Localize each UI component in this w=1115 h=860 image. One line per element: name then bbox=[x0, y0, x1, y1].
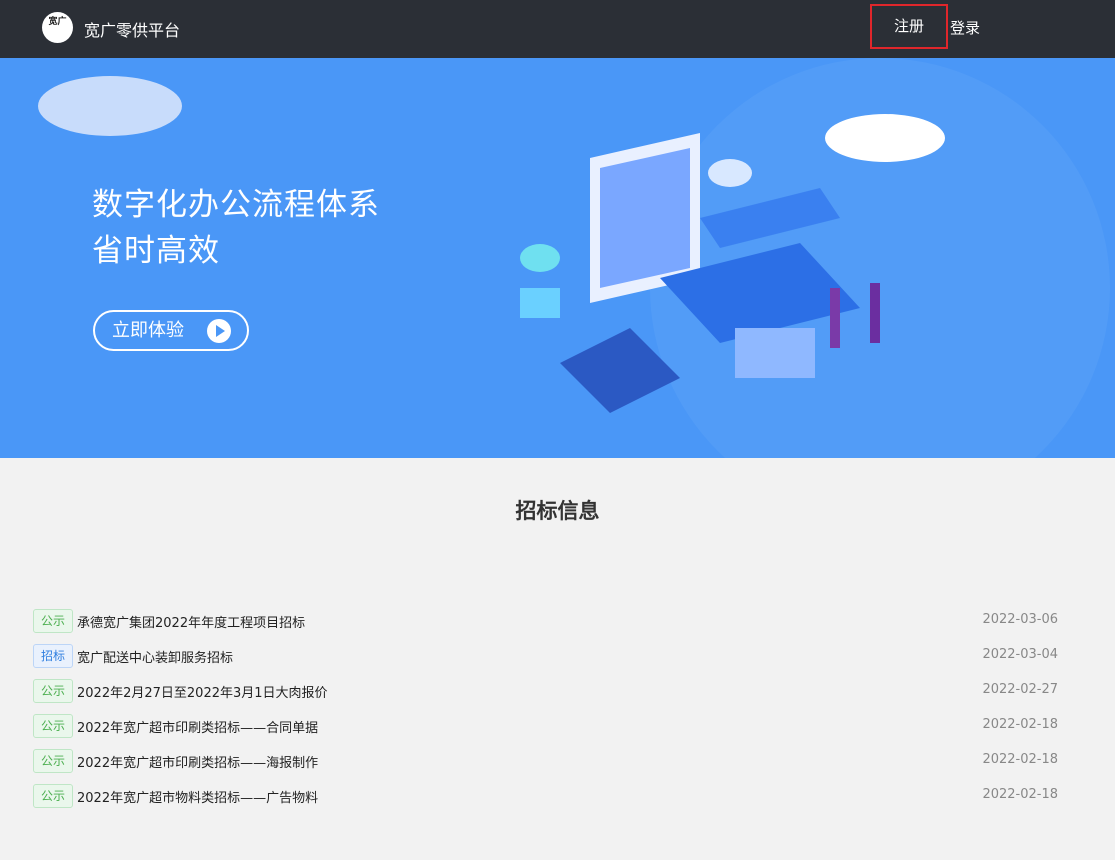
notice-date: 2022-03-06 bbox=[982, 612, 1058, 627]
hero-line-2: 省时高效 bbox=[92, 233, 220, 269]
notice-title[interactable]: 2022年2月27日至2022年3月1日大肉报价 bbox=[77, 682, 328, 701]
brand-name: 宽广零供平台 bbox=[84, 21, 181, 40]
list-item[interactable]: 公示 2022年宽广超市印刷类招标——合同单据 2022-02-18 bbox=[33, 713, 1058, 748]
logo-icon: 宽广 bbox=[42, 12, 73, 43]
notice-date: 2022-02-18 bbox=[982, 717, 1058, 732]
try-now-label: 立即体验 bbox=[112, 320, 184, 341]
notice-title[interactable]: 承德宽广集团2022年年度工程项目招标 bbox=[77, 612, 305, 631]
list-item[interactable]: 公示 2022年2月27日至2022年3月1日大肉报价 2022-02-27 bbox=[33, 678, 1058, 713]
status-badge: 公示 bbox=[33, 714, 73, 738]
play-icon bbox=[207, 319, 231, 343]
status-badge: 公示 bbox=[33, 784, 73, 808]
notice-date: 2022-03-04 bbox=[982, 647, 1058, 662]
list-item[interactable]: 公示 承德宽广集团2022年年度工程项目招标 2022-03-06 bbox=[33, 608, 1058, 643]
notice-title[interactable]: 2022年宽广超市印刷类招标——海报制作 bbox=[77, 752, 318, 771]
list-item[interactable]: 招标 宽广配送中心装卸服务招标 2022-03-04 bbox=[33, 643, 1058, 678]
section-title: 招标信息 bbox=[515, 499, 600, 523]
status-badge: 公示 bbox=[33, 609, 73, 633]
register-link[interactable]: 注册 bbox=[870, 4, 948, 49]
hero-banner: 数字化办公流程体系 省时高效 立即体验 bbox=[0, 58, 1115, 458]
notice-date: 2022-02-18 bbox=[982, 752, 1058, 767]
notice-title[interactable]: 宽广配送中心装卸服务招标 bbox=[77, 647, 233, 666]
top-navbar: 宽广 宽广零供平台 注册 登录 bbox=[0, 0, 1115, 58]
login-link[interactable]: 登录 bbox=[950, 17, 980, 38]
list-item[interactable]: 公示 2022年宽广超市印刷类招标——海报制作 2022-02-18 bbox=[33, 748, 1058, 783]
try-now-button[interactable]: 立即体验 bbox=[93, 310, 249, 351]
notice-date: 2022-02-27 bbox=[982, 682, 1058, 697]
status-badge: 公示 bbox=[33, 749, 73, 773]
notice-date: 2022-02-18 bbox=[982, 787, 1058, 802]
hero-line-1: 数字化办公流程体系 bbox=[92, 187, 380, 223]
hero-headline: 数字化办公流程体系 省时高效 bbox=[92, 182, 380, 274]
notice-title[interactable]: 2022年宽广超市印刷类招标——合同单据 bbox=[77, 717, 318, 736]
notice-list: 公示 承德宽广集团2022年年度工程项目招标 2022-03-06 招标 宽广配送中心装… bbox=[33, 608, 1058, 818]
dashboard-illustration bbox=[520, 133, 880, 413]
list-item[interactable]: 公示 2022年宽广超市物料类招标——广告物料 2022-02-18 bbox=[33, 783, 1058, 818]
notice-title[interactable]: 2022年宽广超市物料类招标——广告物料 bbox=[77, 787, 318, 806]
status-badge: 招标 bbox=[33, 644, 73, 668]
status-badge: 公示 bbox=[33, 679, 73, 703]
